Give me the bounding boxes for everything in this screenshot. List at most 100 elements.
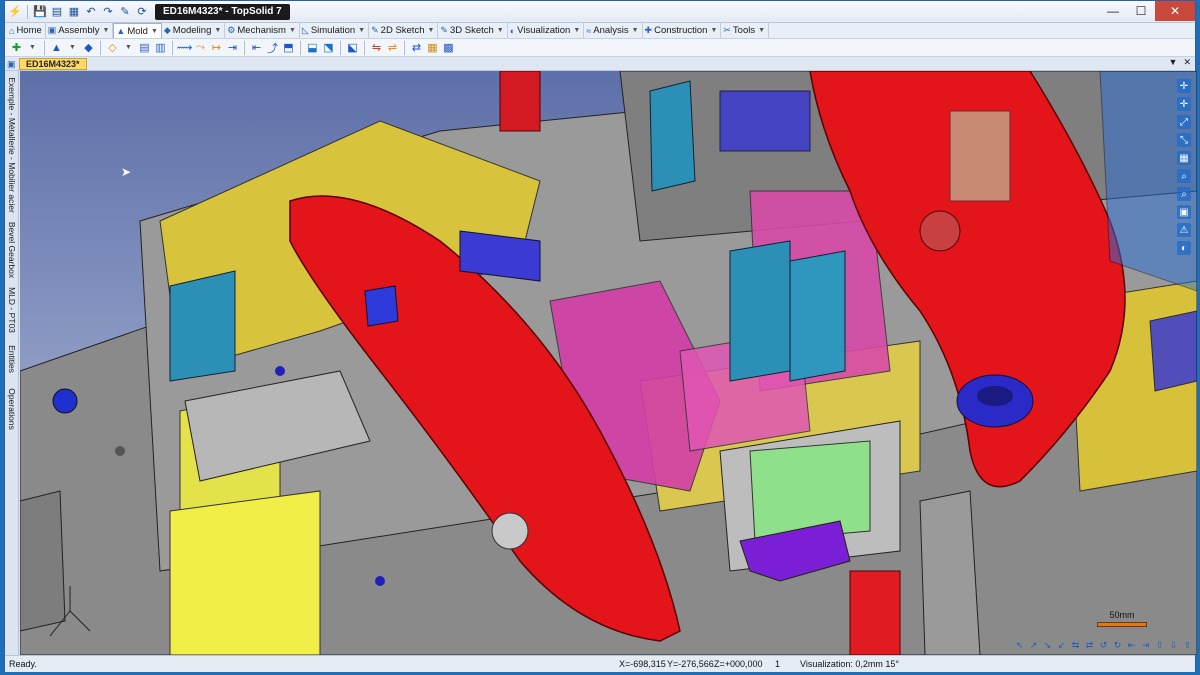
- fit-icon[interactable]: ⤢: [1177, 115, 1191, 129]
- side-tab-exemple[interactable]: Exemple - Métallerie - Mobilier acier: [5, 75, 19, 215]
- pan-icon[interactable]: ✛: [1177, 79, 1191, 93]
- hole: [115, 446, 125, 456]
- insert-icon[interactable]: ▤: [137, 40, 152, 55]
- views-icon[interactable]: ▦: [1177, 151, 1191, 165]
- view-toolbar: ✛ ✛ ⤢ ⤡ ▦ ⌕ ⌕ ▣ ⚠ ◐: [1177, 79, 1191, 255]
- tab-construction[interactable]: ✚ Construction ▼: [643, 23, 722, 38]
- chevron-down-icon[interactable]: ▼: [25, 40, 40, 55]
- close-document-icon[interactable]: ✕: [1183, 57, 1191, 68]
- nav-icon[interactable]: ⇪: [1182, 640, 1193, 651]
- export-icon[interactable]: ▩: [441, 40, 456, 55]
- rotate-icon[interactable]: ⤡: [1177, 133, 1191, 147]
- cavity-icon[interactable]: ◇: [105, 40, 120, 55]
- move-icon[interactable]: ✛: [1177, 97, 1191, 111]
- electrode-icon[interactable]: ⇌: [385, 40, 400, 55]
- zoom-in-icon[interactable]: ⌕: [1177, 169, 1191, 183]
- cooling-icon[interactable]: ⬒: [281, 40, 296, 55]
- side-tab-label: Operations: [7, 388, 17, 430]
- split-icon[interactable]: ⬓: [305, 40, 320, 55]
- section-icon[interactable]: ▣: [1177, 205, 1191, 219]
- shrink-icon[interactable]: ⬔: [321, 40, 336, 55]
- app-window: ⚡ 💾 ▤ ▦ ↶ ↷ ✎ ⟳ ED16M4323* - TopSolid 7 …: [4, 0, 1197, 672]
- tab-label: Mold: [127, 25, 148, 37]
- tab-mold[interactable]: ▲ Mold ▼: [113, 23, 162, 38]
- status-bar: Ready. X=-698,315 Y=-276,566 Z=+000,000 …: [5, 655, 1195, 672]
- chevron-down-icon[interactable]: ▼: [65, 40, 80, 55]
- tab-label: Home: [16, 25, 42, 36]
- plate-icon[interactable]: ▥: [153, 40, 168, 55]
- minimize-button[interactable]: —: [1099, 1, 1127, 21]
- tab-simulation[interactable]: ◺ Simulation ▼: [300, 23, 370, 38]
- coord-z: Z=+000,000: [714, 659, 763, 669]
- construction-icon: ✚: [644, 25, 653, 35]
- ribbon-tool-row: ✚ ▼ ▲ ▼ ◆ ◇ ▼ ▤ ▥ ⟿ ⤳ ↦ ⇥ ⇤ ⤴ ⬒ ⬓ ⬔ ⬕ ⇋ …: [5, 39, 1195, 57]
- nav-icon[interactable]: ⇩: [1168, 640, 1179, 651]
- zoom-out-icon[interactable]: ⌕: [1177, 187, 1191, 201]
- mold-block-icon[interactable]: ▲: [49, 40, 64, 55]
- document-tab-strip: ▣ ED16M4323* ▼ ✕: [5, 57, 1195, 71]
- chevron-down-icon[interactable]: ▼: [121, 40, 136, 55]
- coord-x: X=-698,315: [619, 659, 666, 669]
- side-tab-bevel-gearbox[interactable]: Bevel Gearbox: [5, 219, 19, 281]
- save-icon[interactable]: 💾: [33, 5, 47, 19]
- side-tab-operations[interactable]: Operations: [5, 383, 19, 435]
- nav-icon[interactable]: ↙: [1056, 640, 1067, 651]
- layout-icon[interactable]: ▤: [50, 5, 64, 19]
- tab-3d-sketch[interactable]: ✎ 3D Sketch ▼: [438, 23, 508, 38]
- grid-icon[interactable]: ▦: [67, 5, 81, 19]
- lifter-icon[interactable]: ↦: [209, 40, 224, 55]
- nav-icon[interactable]: ⇧: [1154, 640, 1165, 651]
- bom-icon[interactable]: ▦: [425, 40, 440, 55]
- draft-icon[interactable]: ⇋: [369, 40, 384, 55]
- nav-icon[interactable]: ↗: [1028, 640, 1039, 651]
- tab-tools[interactable]: ✂ Tools ▼: [721, 23, 770, 38]
- tab-modeling[interactable]: ◆ Modeling ▼: [162, 23, 226, 38]
- nav-icon[interactable]: ↻: [1112, 640, 1123, 651]
- parting-icon[interactable]: ⬕: [345, 40, 360, 55]
- tab-2d-sketch[interactable]: ✎ 2D Sketch ▼: [369, 23, 439, 38]
- window-controls: — ☐ ✕: [1099, 1, 1195, 21]
- teal-insert-1: [729, 240, 791, 382]
- document-tab[interactable]: ED16M4323*: [19, 58, 87, 70]
- 3d-viewport[interactable]: ➤ ✛ ✛ ⤢ ⤡ ▦ ⌕ ⌕ ▣ ⚠ ◐ 50mm ↖ ↗ ↘ ↙ ⇆ ⇄ ↺…: [20, 71, 1197, 655]
- teal-insert-4: [169, 270, 236, 382]
- nav-icon[interactable]: ⇄: [1084, 640, 1095, 651]
- side-tab-mld-pt03[interactable]: MLD - PT03: [5, 285, 19, 335]
- tab-analysis[interactable]: ≈ Analysis ▼: [584, 23, 643, 38]
- warning-icon[interactable]: ⚠: [1177, 223, 1191, 237]
- nav-icon[interactable]: ⇥: [1140, 640, 1151, 651]
- redo-icon[interactable]: ↷: [101, 5, 115, 19]
- tab-visualization[interactable]: ◐ Visualization ▼: [508, 23, 585, 38]
- tab-home[interactable]: ⌂ Home: [7, 23, 46, 38]
- nav-icon[interactable]: ↘: [1042, 640, 1053, 651]
- new-part-icon[interactable]: ✚: [9, 40, 24, 55]
- nav-icon[interactable]: ⇤: [1126, 640, 1137, 651]
- guide-icon[interactable]: ⇥: [225, 40, 240, 55]
- close-button[interactable]: ✕: [1155, 1, 1195, 21]
- drawing-icon[interactable]: ⇄: [409, 40, 424, 55]
- chevron-down-icon[interactable]: ▼: [1169, 57, 1178, 68]
- chevron-down-icon: ▼: [214, 27, 222, 34]
- nav-icon[interactable]: ↖: [1014, 640, 1025, 651]
- visualization-setting[interactable]: Visualization: 0,2mm 15°: [800, 659, 899, 669]
- side-tab-entities[interactable]: Entities: [5, 339, 19, 379]
- app-menu-icon[interactable]: ⚡: [8, 5, 22, 19]
- document-icon: ▣: [7, 59, 16, 69]
- maximize-button[interactable]: ☐: [1127, 1, 1155, 21]
- chevron-down-icon: ▼: [631, 27, 639, 34]
- slider-icon[interactable]: ⤳: [193, 40, 208, 55]
- render-icon[interactable]: ◐: [1177, 241, 1191, 255]
- title-bar: ⚡ 💾 ▤ ▦ ↶ ↷ ✎ ⟳ ED16M4323* - TopSolid 7 …: [5, 1, 1195, 23]
- nav-icon[interactable]: ↺: [1098, 640, 1109, 651]
- nav-icon[interactable]: ⇆: [1070, 640, 1081, 651]
- green-block: [749, 440, 871, 542]
- refresh-icon[interactable]: ⟳: [135, 5, 149, 19]
- undo-icon[interactable]: ↶: [84, 5, 98, 19]
- core-icon[interactable]: ◆: [81, 40, 96, 55]
- runner-icon[interactable]: ⇤: [249, 40, 264, 55]
- ejector-icon[interactable]: ⟿: [177, 40, 193, 55]
- tab-assembly[interactable]: ▣ Assembly ▼: [46, 23, 114, 38]
- gate-icon[interactable]: ⤴: [265, 40, 280, 55]
- tab-mechanism[interactable]: ⚙ Mechanism ▼: [225, 23, 300, 38]
- edit-icon[interactable]: ✎: [118, 5, 132, 19]
